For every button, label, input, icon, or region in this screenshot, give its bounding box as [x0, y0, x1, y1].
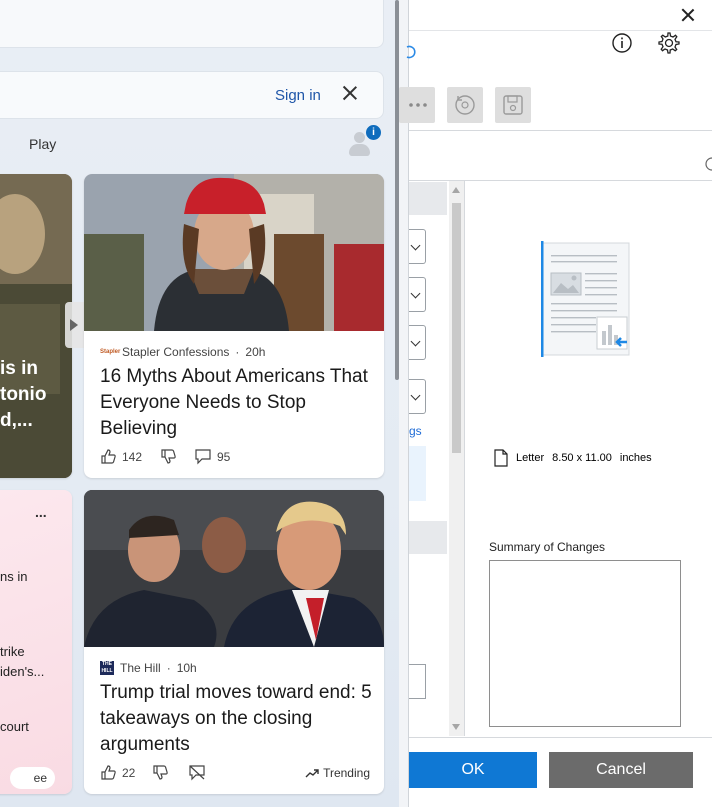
rotate-icon	[455, 95, 475, 115]
save-button[interactable]	[495, 87, 531, 123]
article-age: 20h	[245, 345, 266, 359]
rotate-button[interactable]	[447, 87, 483, 123]
comment-button[interactable]: 95	[194, 448, 230, 465]
scroll-up-icon[interactable]	[452, 187, 460, 193]
news-card-left-1[interactable]: is in tonio d,...	[0, 174, 72, 478]
trending-badge: Trending	[305, 766, 370, 780]
source-name: Stapler Confessions	[122, 345, 230, 359]
news-card[interactable]: Stapler Stapler Confessions · 20h 16 Myt…	[84, 174, 384, 478]
more-tools-button[interactable]	[399, 87, 435, 123]
text-line: court	[0, 719, 29, 734]
background-window-edge	[700, 155, 712, 173]
news-card-left-2[interactable]: ... ns in trike iden's... court	[0, 490, 72, 794]
text-line: trike	[0, 644, 25, 659]
avatar[interactable]: i	[347, 125, 381, 156]
like-button[interactable]: 22	[100, 764, 135, 781]
carousel-next-button[interactable]	[65, 302, 85, 348]
source-name: The Hill	[120, 661, 161, 675]
comment-icon	[194, 448, 212, 465]
notification-badge: i	[366, 125, 381, 140]
source-logo-icon: Stapler	[100, 349, 121, 355]
paper-unit: inches	[619, 452, 652, 464]
like-count: 22	[122, 765, 136, 780]
article-age: 10h	[176, 661, 197, 675]
article-headline[interactable]: Trump trial moves toward end: 5 takeaway…	[100, 680, 375, 758]
settings-dropdown[interactable]	[409, 325, 426, 360]
sign-in-bar	[0, 71, 384, 119]
more-options-icon[interactable]: ...	[35, 504, 47, 520]
ellipsis-icon	[409, 103, 427, 107]
headline-line: tonio	[0, 384, 47, 405]
news-card[interactable]: THE HILL The Hill · 10h Trump trial move…	[84, 490, 384, 794]
settings-link[interactable]: gs	[409, 424, 422, 438]
article-source: Stapler Stapler Confessions · 20h	[100, 345, 266, 359]
settings-input[interactable]	[409, 664, 426, 699]
article-source: THE HILL The Hill · 10h	[100, 661, 197, 675]
settings-dropdown[interactable]	[409, 277, 426, 312]
save-icon	[503, 95, 523, 115]
sign-in-link[interactable]: Sign in	[275, 87, 321, 104]
trending-label: Trending	[323, 766, 370, 780]
headline-line: d,...	[0, 410, 33, 431]
trending-arrow-icon	[305, 768, 319, 778]
dislike-button[interactable]	[152, 764, 169, 781]
summary-label: Summary of Changes	[489, 540, 606, 554]
settings-dropdown[interactable]	[409, 379, 426, 414]
news-feed-panel: Sign in Play i is in tonio d,... ... ns …	[0, 0, 400, 807]
info-icon[interactable]	[611, 32, 633, 54]
settings-dropdown[interactable]	[409, 229, 426, 264]
ok-button[interactable]: OK	[409, 752, 537, 788]
thumbs-up-icon	[100, 764, 117, 781]
dialog-close-icon[interactable]	[681, 8, 695, 22]
text-line: iden's...	[0, 664, 45, 679]
summary-textarea[interactable]	[489, 560, 681, 727]
dislike-button[interactable]	[160, 448, 177, 465]
like-button[interactable]: 142	[100, 448, 142, 465]
scroll-down-icon[interactable]	[452, 724, 460, 730]
cancel-button[interactable]: Cancel	[549, 752, 693, 788]
article-headline[interactable]: 16 Myths About Americans That Everyone N…	[100, 364, 375, 442]
top-card	[0, 0, 384, 48]
comment-off-icon	[188, 764, 206, 781]
close-icon[interactable]	[341, 84, 359, 102]
thumbs-down-icon	[152, 764, 169, 781]
tab-play[interactable]: Play	[29, 136, 56, 152]
headline-line: is in	[0, 358, 39, 379]
refresh-icon[interactable]	[405, 44, 417, 60]
source-logo-icon: THE HILL	[100, 661, 114, 675]
paper-size-info: Letter 8.50 x 11.00 inches	[494, 449, 652, 467]
thumbs-up-icon	[100, 448, 117, 465]
settings-scrollbar[interactable]	[449, 181, 464, 736]
page-icon	[494, 449, 508, 467]
comment-count: 95	[217, 449, 231, 464]
page-setup-dialog: gs Letter 8.50 x 11.00 inches Summary of…	[399, 0, 712, 807]
comments-disabled-button[interactable]	[188, 764, 206, 781]
like-count: 142	[122, 449, 143, 464]
gear-icon[interactable]	[658, 32, 680, 54]
thumbs-down-icon	[160, 448, 177, 465]
article-photo	[84, 174, 384, 331]
page-preview-icon	[541, 241, 630, 357]
article-photo	[84, 490, 384, 647]
text-line: ns in	[0, 569, 28, 584]
paper-name: Letter	[516, 452, 545, 464]
paper-dimensions: 8.50 x 11.00	[552, 452, 612, 464]
see-more-button[interactable]: ee more	[10, 767, 55, 789]
article-photo	[0, 174, 72, 478]
